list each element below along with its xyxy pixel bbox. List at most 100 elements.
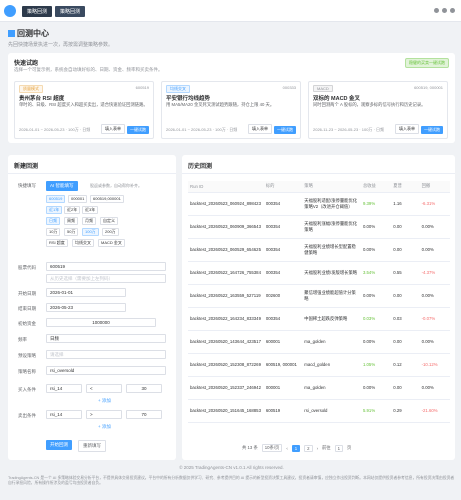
avatar[interactable] bbox=[450, 8, 455, 13]
chip-strat-3[interactable]: MACD 金叉 bbox=[98, 239, 125, 247]
code-label: 股票代码 bbox=[18, 265, 36, 270]
chip-strat-1[interactable]: RSI 超度 bbox=[46, 239, 68, 247]
cell-sharpe: 0.55 bbox=[391, 261, 420, 285]
start-date-input[interactable]: 2026-01-01 bbox=[46, 288, 126, 297]
preset-strategy-select[interactable]: 请选择 bbox=[46, 350, 166, 359]
quick-run-button[interactable]: 一键试跑 bbox=[127, 126, 149, 134]
code-history-select[interactable]: 从历史选择（需要加上左列码） bbox=[46, 274, 166, 283]
sell-value-stepper[interactable]: 70 bbox=[126, 410, 162, 419]
pager-page-2[interactable]: 2 bbox=[304, 444, 313, 452]
template-desc: 单时的、日级、RSI 超度买入和超买卖出，适合快速验证回测链路。 bbox=[19, 102, 148, 107]
cell-strategy: 天福股利涨幅/涨停量能优化策略 bbox=[302, 215, 361, 239]
footer-disclaimer: TradingAgents-CN 是一个 AI 多策略体验交易分析平台，不提供具… bbox=[8, 476, 455, 485]
quick-run-subtitle: 选择一个可复示例，系统会自动填好标的、日期、资金、频率和买卖条件。 bbox=[14, 67, 163, 72]
cell-return: 0.00% bbox=[360, 284, 392, 308]
cell-run-id: backtest_20260523_060529_654625 bbox=[188, 238, 264, 262]
sell-condition-label: 卖出条件 bbox=[18, 413, 36, 418]
cell-sharpe: 1.16 bbox=[391, 192, 420, 216]
cell-run-id: backtest_20260523_060924_898423 bbox=[188, 192, 264, 216]
cell-code: 000354 bbox=[263, 261, 303, 285]
chip-freq-3[interactable]: 月频 bbox=[82, 217, 96, 225]
chip-code-2[interactable]: 000001 bbox=[68, 195, 88, 203]
reset-button[interactable]: 重新填写 bbox=[78, 440, 106, 452]
ai-fill-button[interactable]: AI 智能填写 bbox=[46, 181, 78, 191]
buy-value-stepper[interactable]: 30 bbox=[126, 384, 162, 393]
footer-copyright: © 2025 TradingAgents-CN v1.0.1 All right… bbox=[179, 465, 284, 470]
chip-code-3[interactable]: 600519,000001 bbox=[90, 195, 124, 203]
pager-next[interactable]: › bbox=[317, 446, 318, 451]
fill-form-button[interactable]: 填入表单 bbox=[248, 124, 272, 134]
template-card-rsi[interactable]: 质量模式 600519 贵州茅台 RSI 超度 单时的、日级、RSI 超度买入和… bbox=[14, 81, 154, 139]
cell-run-id: backtest_20260520_143644_423517 bbox=[188, 330, 264, 354]
template-card-ma[interactable]: 均线交叉 000333 平安银行均线趋势 用 MA5/MA20 金叉死叉测试趋势… bbox=[161, 81, 301, 139]
table-row[interactable]: backtest_20260523_060909_366543 000354 天福股… bbox=[188, 215, 450, 239]
chip-strat-2[interactable]: 均线交叉 bbox=[72, 239, 94, 247]
add-buy-condition-link[interactable]: + 添加 bbox=[98, 398, 111, 404]
buy-operator-select[interactable]: < bbox=[86, 384, 122, 393]
freq-select[interactable]: 日频 bbox=[46, 334, 166, 343]
chip-range-3[interactable]: 近3年 bbox=[82, 206, 99, 214]
chip-freq-1[interactable]: 日频 bbox=[46, 217, 60, 225]
chip-freq-4[interactable]: 自定义 bbox=[100, 217, 118, 225]
chip-code-1[interactable]: 600519 bbox=[46, 195, 66, 203]
chip-cap-2[interactable]: 50万 bbox=[64, 228, 79, 236]
col-code[interactable]: 标的 bbox=[263, 181, 303, 193]
table-row[interactable]: backtest_20260522_163559_527119 002600 聚信增… bbox=[188, 284, 450, 308]
pager-size-select[interactable]: 10条/页 bbox=[261, 444, 283, 452]
code-input[interactable]: 600519 bbox=[46, 262, 166, 271]
cell-return: 9.39% bbox=[360, 192, 392, 216]
chip-cap-1[interactable]: 10万 bbox=[46, 228, 61, 236]
table-row[interactable]: backtest_20260522_164234_833349 000354 中国稀… bbox=[188, 307, 450, 331]
run-backtest-button[interactable]: 开始回测 bbox=[46, 440, 72, 450]
cell-code: 000001 bbox=[263, 376, 303, 400]
pager-page-unit: 页 bbox=[346, 445, 352, 450]
page-title: 回测中心 bbox=[8, 28, 49, 39]
col-drawdown[interactable]: 回撤 bbox=[419, 181, 450, 193]
fill-form-button[interactable]: 填入表单 bbox=[395, 124, 419, 134]
pager-prev[interactable]: ‹ bbox=[286, 446, 287, 451]
buy-indicator-select[interactable]: rsi_14 bbox=[46, 384, 82, 393]
table-row[interactable]: backtest_20260520_152337_246942 000001 ma_… bbox=[188, 376, 450, 400]
chip-freq-2[interactable]: 周频 bbox=[64, 217, 78, 225]
cell-run-id: backtest_20260523_060909_366543 bbox=[188, 215, 264, 239]
pager-page-1[interactable]: 1 bbox=[291, 444, 301, 452]
add-sell-condition-link[interactable]: + 添加 bbox=[98, 424, 111, 430]
col-strategy[interactable]: 策略 bbox=[302, 181, 361, 193]
chip-cap-4[interactable]: 200万 bbox=[102, 228, 119, 236]
sell-operator-select[interactable]: > bbox=[86, 410, 122, 419]
chip-range-2[interactable]: 近2年 bbox=[64, 206, 81, 214]
sell-indicator-select[interactable]: rsi_14 bbox=[46, 410, 82, 419]
pager-goto-input[interactable]: 1 bbox=[334, 444, 343, 452]
table-row[interactable]: backtest_20260520_143644_423517 600001 ma_… bbox=[188, 330, 450, 354]
template-tag: 均线交叉 bbox=[166, 85, 190, 93]
end-date-input[interactable]: 2026-05-23 bbox=[46, 303, 126, 312]
divider bbox=[182, 173, 455, 174]
top-bar: 策略回测 策略回测 bbox=[0, 0, 461, 22]
quick-run-button[interactable]: 一键试跑 bbox=[421, 126, 443, 134]
new-backtest-title: 新建回测 bbox=[14, 164, 39, 170]
notification-icon[interactable] bbox=[434, 8, 439, 13]
cell-sharpe: 0.29 bbox=[391, 399, 420, 423]
capital-stepper[interactable]: 1000000 bbox=[46, 318, 156, 327]
cell-strategy: ma_golden bbox=[302, 330, 361, 354]
table-row[interactable]: backtest_20260523_060529_654625 000354 天福股… bbox=[188, 238, 450, 262]
chip-cap-3[interactable]: 100万 bbox=[82, 228, 99, 236]
fill-form-button[interactable]: 填入表单 bbox=[101, 124, 125, 134]
tab-backtest[interactable]: 策略回测 bbox=[22, 6, 53, 17]
start-date-label: 开始日期 bbox=[18, 291, 36, 296]
col-return[interactable]: 总收益 bbox=[360, 181, 392, 193]
col-run-id[interactable]: Run ID bbox=[188, 181, 264, 193]
strategy-name-input[interactable]: rsi_oversold bbox=[46, 366, 166, 375]
cell-strategy: ma_golden bbox=[302, 376, 361, 400]
freq-label: 频率 bbox=[18, 337, 27, 342]
tab-backtest-active[interactable]: 策略回测 bbox=[55, 6, 86, 17]
fullscreen-icon[interactable] bbox=[442, 8, 447, 13]
table-row[interactable]: backtest_20260522_164726_755384 000354 天福股… bbox=[188, 261, 450, 285]
col-sharpe[interactable]: 夏普 bbox=[391, 181, 420, 193]
table-row[interactable]: backtest_20260520_151645_168853 600519 rsi… bbox=[188, 399, 450, 423]
table-row[interactable]: backtest_20260523_060924_898423 000354 天福股… bbox=[188, 192, 450, 216]
table-row[interactable]: backtest_20260520_152308_872269 600519, 0… bbox=[188, 353, 450, 377]
chip-range-1[interactable]: 近1年 bbox=[46, 206, 63, 214]
template-card-macd[interactable]: MACD 600519, 000001 双标的 MACD 金叉 同时回测两个 A… bbox=[308, 81, 448, 139]
quick-run-button[interactable]: 一键试跑 bbox=[274, 126, 296, 134]
